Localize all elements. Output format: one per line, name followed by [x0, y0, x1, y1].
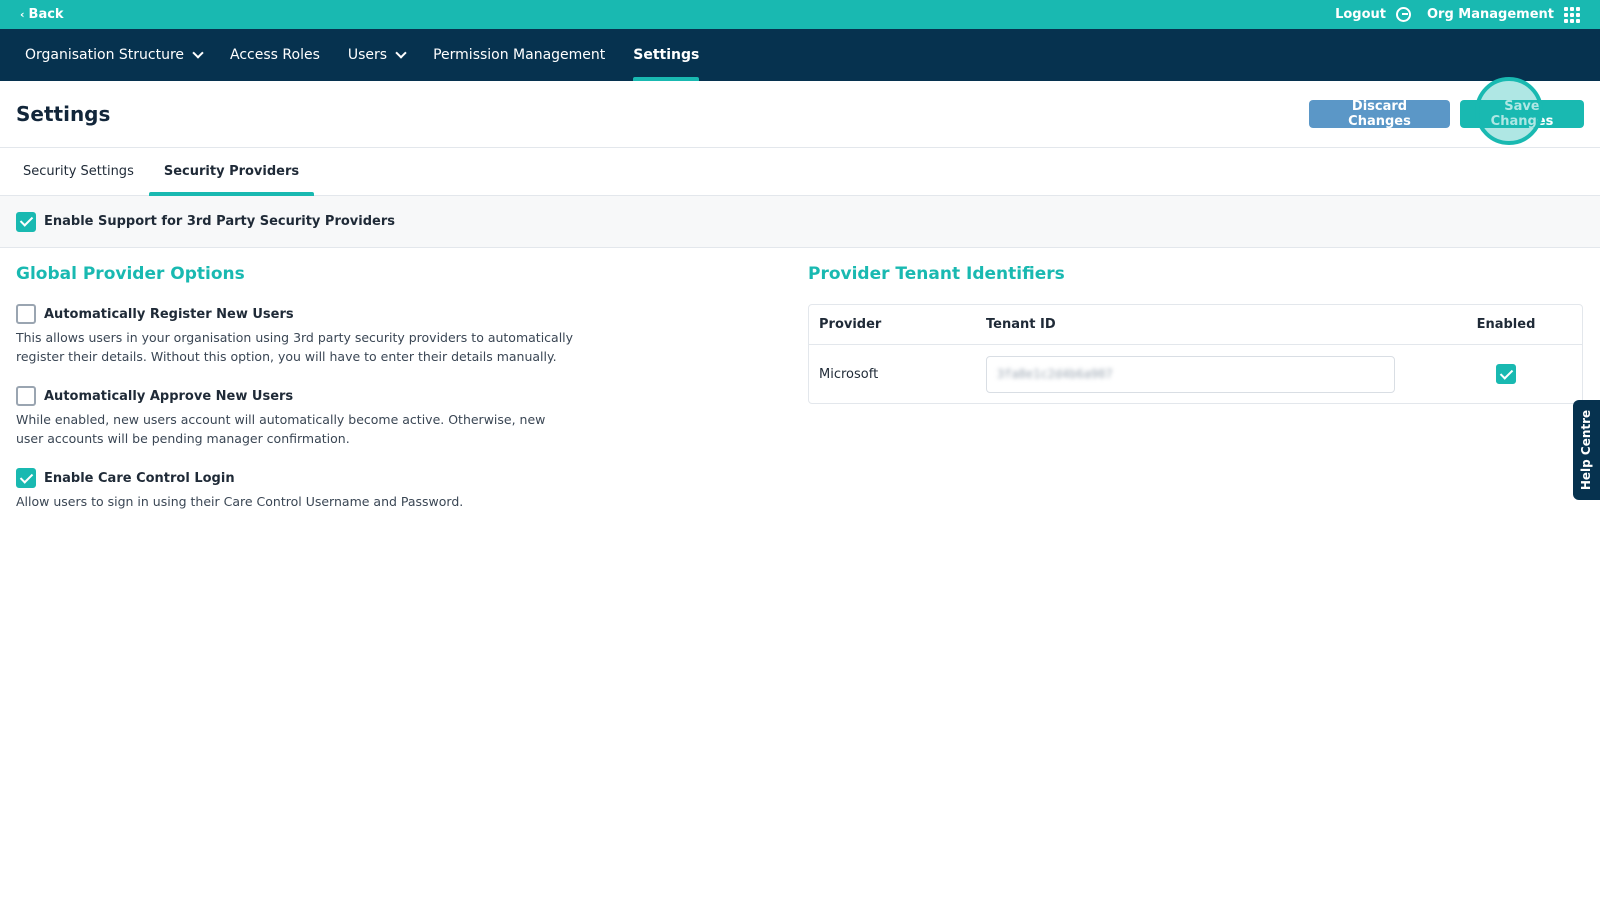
option-auto-register: Automatically Register New Users This al…	[16, 304, 616, 366]
nav-label: Users	[347, 47, 388, 63]
nav-label: Access Roles	[230, 47, 320, 63]
global-provider-options: Global Provider Options Automatically Re…	[16, 264, 616, 511]
logout-icon[interactable]	[1396, 7, 1411, 22]
column-header-enabled: Enabled	[1476, 317, 1536, 332]
column-header-tenant: Tenant ID	[986, 317, 1056, 332]
top-bar: ‹ Back Logout Org Management	[0, 0, 1600, 29]
help-centre-label: Help Centre	[1579, 409, 1594, 491]
settings-tabs: Security Settings Security Providers	[0, 148, 1600, 196]
back-link[interactable]: ‹ Back	[20, 7, 64, 22]
header-actions: Discard Changes Save Changes	[1309, 77, 1584, 145]
page-header: Settings Discard Changes Save Changes	[0, 77, 1600, 148]
chevron-down-icon	[192, 47, 204, 59]
section-title: Global Provider Options	[16, 264, 245, 284]
provider-name: Microsoft	[819, 366, 879, 382]
nav-organisation-structure[interactable]: Organisation Structure	[25, 29, 204, 81]
save-changes-button[interactable]: Save Changes	[1460, 77, 1584, 145]
back-label: Back	[28, 7, 64, 22]
page-title: Settings	[16, 102, 111, 126]
auto-register-checkbox[interactable]	[16, 304, 36, 324]
tab-security-settings[interactable]: Security Settings	[8, 148, 149, 195]
save-changes-label: Save Changes	[1490, 99, 1554, 129]
care-control-login-checkbox[interactable]	[16, 468, 36, 488]
top-right-actions: Logout Org Management	[1335, 6, 1580, 23]
option-description: Allow users to sign in using their Care …	[16, 494, 464, 509]
nav-label: Settings	[633, 47, 700, 63]
table-header: Provider Tenant ID Enabled	[809, 305, 1582, 345]
main-nav: Organisation Structure Access Roles User…	[0, 29, 1600, 81]
option-description: While enabled, new users account will au…	[16, 412, 546, 446]
nav-permission-management[interactable]: Permission Management	[433, 29, 605, 81]
enable-3rd-party-checkbox[interactable]	[16, 211, 36, 232]
provider-tenant-identifiers: Provider Tenant Identifiers Provider Ten…	[808, 264, 1583, 404]
enable-3rd-party-label: Enable Support for 3rd Party Security Pr…	[44, 214, 396, 229]
nav-label: Permission Management	[433, 47, 606, 63]
column-header-provider: Provider	[819, 317, 882, 332]
tenant-id-input[interactable]: 3fa8e1c2d4b6a907	[986, 355, 1395, 393]
nav-access-roles[interactable]: Access Roles	[230, 29, 320, 81]
discard-changes-button[interactable]: Discard Changes	[1309, 99, 1450, 129]
option-auto-approve: Automatically Approve New Users While en…	[16, 386, 616, 448]
option-description: This allows users in your organisation u…	[16, 330, 574, 364]
tab-security-providers[interactable]: Security Providers	[148, 148, 315, 196]
option-label: Enable Care Control Login	[44, 470, 235, 486]
nav-settings[interactable]: Settings	[633, 29, 700, 81]
nav-users[interactable]: Users	[347, 29, 407, 81]
option-care-control-login: Enable Care Control Login Allow users to…	[16, 468, 616, 511]
nav-label: Organisation Structure	[25, 47, 185, 63]
org-management-link[interactable]: Org Management	[1427, 7, 1554, 22]
app-grid-icon[interactable]	[1564, 6, 1580, 23]
enable-3rd-party-banner: Enable Support for 3rd Party Security Pr…	[0, 196, 1600, 248]
help-centre-tab[interactable]: Help Centre	[1573, 400, 1600, 500]
table-row: Microsoft 3fa8e1c2d4b6a907	[809, 345, 1582, 403]
auto-approve-checkbox[interactable]	[16, 386, 36, 406]
chevron-down-icon	[395, 47, 407, 59]
option-label: Automatically Approve New Users	[44, 388, 294, 404]
option-label: Automatically Register New Users	[44, 306, 294, 322]
provider-enabled-checkbox[interactable]	[1496, 364, 1516, 384]
chevron-left-icon: ‹	[20, 8, 25, 21]
logout-link[interactable]: Logout	[1335, 7, 1386, 22]
section-title: Provider Tenant Identifiers	[808, 264, 1065, 284]
tenant-id-value: 3fa8e1c2d4b6a907	[997, 367, 1113, 381]
tenant-table: Provider Tenant ID Enabled Microsoft 3fa…	[808, 304, 1583, 404]
